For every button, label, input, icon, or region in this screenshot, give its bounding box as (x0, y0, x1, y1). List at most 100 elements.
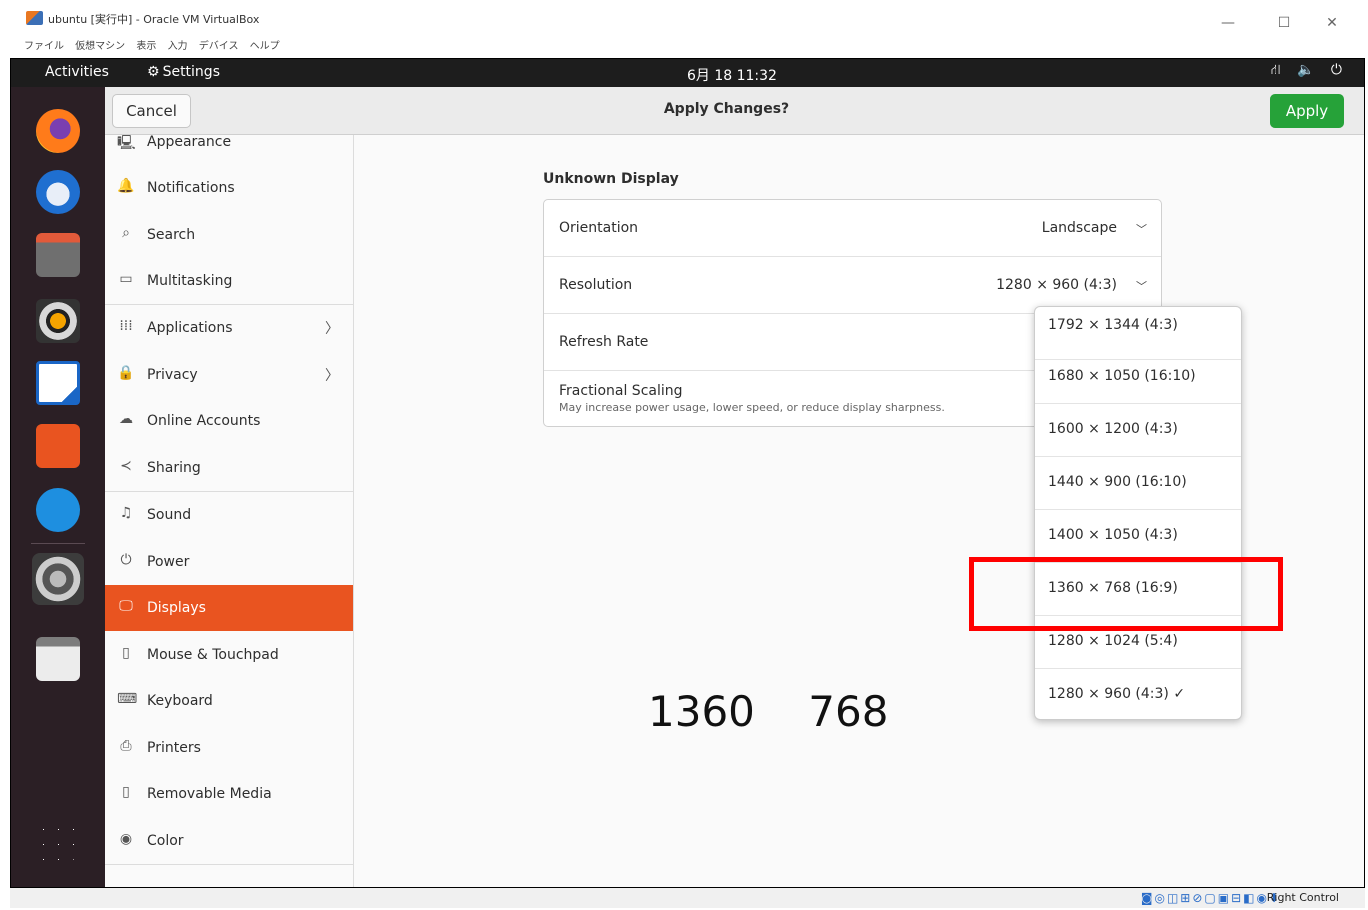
chevron-down-icon: ﹀ (1136, 223, 1147, 236)
clock[interactable]: 6月 18 11:32 (687, 65, 777, 85)
orientation-row[interactable]: Orientation Landscape ﹀ (544, 200, 1161, 257)
color-icon: ◉ (119, 831, 133, 847)
sidebar-item-label: Appearance (147, 134, 232, 150)
multitasking-icon: ▭ (119, 271, 133, 287)
help-icon[interactable] (36, 488, 80, 532)
system-tray[interactable]: ⛙ 🔈 ⏻ (1271, 62, 1348, 80)
trash-icon[interactable] (36, 637, 80, 681)
sidebar-item-label: Removable Media (147, 786, 272, 802)
display-name: Unknown Display (543, 171, 679, 187)
host-key-label: Right Control (1266, 891, 1339, 904)
sidebar-item-removable-media[interactable]: ▯ Removable Media (105, 771, 353, 817)
menu-file[interactable]: ファイル (24, 41, 64, 52)
dialog-title: Apply Changes? (663, 101, 790, 117)
grid-icon: ⁞⁞⁞ (119, 318, 133, 334)
search-icon: ⌕ (122, 225, 130, 241)
resolution-option[interactable]: 1600 × 1200 (4:3) (1035, 404, 1241, 457)
sidebar-item-label: Mouse & Touchpad (147, 647, 279, 663)
red-highlight-box (969, 557, 1283, 631)
sidebar-item-mouse-touchpad[interactable]: ▯ Mouse & Touchpad (105, 632, 353, 678)
resolution-dropdown: 1792 × 1344 (4:3) 1680 × 1050 (16:10) 16… (1034, 306, 1242, 720)
app-center-icon[interactable] (36, 424, 80, 468)
settings-sidebar: 🖳 Appearance 🔔 Notifications ⌕ Search ▭ Mult… (105, 134, 354, 887)
sidebar-item-appearance[interactable]: 🖳 Appearance (105, 119, 353, 165)
keyboard-icon: ⌨ (117, 691, 138, 707)
dock (11, 87, 105, 887)
sidebar-item-label: Privacy (147, 367, 198, 383)
menu-bar: ファイル 仮想マシン 表示 入力 デバイス ヘルプ (24, 37, 288, 52)
mouse-icon: ▯ (122, 645, 130, 661)
resolution-annotation: 1360 768 (648, 687, 889, 736)
menu-help[interactable]: ヘルプ (250, 41, 280, 52)
chevron-right-icon: 〉 (325, 368, 339, 384)
writer-icon[interactable] (36, 361, 80, 405)
sidebar-item-sharing[interactable]: ≺ Sharing (105, 445, 353, 491)
sidebar-item-label: Displays (147, 600, 206, 616)
bell-icon: 🔔 (117, 178, 135, 194)
thunderbird-icon[interactable] (36, 170, 80, 214)
sidebar-item-color[interactable]: ◉ Color (105, 818, 353, 864)
sidebar-item-label: Applications (147, 320, 233, 336)
sidebar-item-label: Power (147, 554, 190, 570)
close-button[interactable]: ✕ (1322, 14, 1342, 32)
resolution-label: Resolution (559, 277, 633, 293)
resolution-option[interactable]: 1680 × 1050 (16:10) (1035, 351, 1241, 404)
maximize-button[interactable]: ☐ (1274, 14, 1294, 32)
app-name: Settings (162, 64, 220, 80)
window-title: ubuntu [実行中] - Oracle VM VirtualBox (48, 13, 260, 26)
dock-separator (31, 543, 85, 544)
firefox-icon[interactable] (36, 109, 80, 153)
gnome-topbar: Activities ⚙ Settings 6月 18 11:32 ⛙ 🔈 ⏻ (11, 59, 1364, 87)
resolution-option-selected[interactable]: 1280 × 960 (4:3) ✓ (1035, 669, 1241, 722)
sidebar-item-displays[interactable]: 🖵 Displays (105, 585, 353, 631)
sidebar-item-notifications[interactable]: 🔔 Notifications (105, 165, 353, 211)
sidebar-item-label: Search (147, 227, 196, 243)
sidebar-separator (105, 864, 353, 865)
sidebar-item-sound[interactable]: ♫ Sound (105, 492, 353, 538)
files-icon[interactable] (36, 233, 80, 277)
orientation-value: Landscape (1041, 220, 1117, 236)
menu-machine[interactable]: 仮想マシン (75, 41, 125, 52)
music-note-icon: ♫ (119, 505, 133, 521)
rhythmbox-icon[interactable] (36, 299, 80, 343)
sidebar-item-keyboard[interactable]: ⌨ Keyboard (105, 678, 353, 724)
sidebar-item-label: Sound (147, 507, 192, 523)
cloud-icon: ☁ (119, 411, 133, 427)
usb-drive-icon: ▯ (122, 784, 130, 800)
power-icon: ⏻ (120, 552, 132, 568)
apply-button[interactable]: Apply (1270, 94, 1344, 128)
virtualbox-window: ubuntu [実行中] - Oracle VM VirtualBox ファイル… (0, 0, 1368, 910)
display-icon: 🖵 (119, 598, 133, 614)
resolution-value: 1280 × 960 (4:3) (996, 277, 1117, 293)
menu-input[interactable]: 入力 (168, 41, 188, 52)
settings-icon[interactable] (32, 553, 84, 605)
virtualbox-statusbar: ◙◎◫⊞⊘▢▣⊟◧◉⬇ Right Control (10, 888, 1365, 908)
menu-devices[interactable]: デバイス (199, 41, 239, 52)
sidebar-item-label: Sharing (147, 460, 201, 476)
sidebar-item-online-accounts[interactable]: ☁ Online Accounts (105, 398, 353, 444)
activities-button[interactable]: Activities (45, 64, 109, 80)
sidebar-item-privacy[interactable]: 🔒 Privacy 〉 (105, 352, 353, 398)
virtualbox-icon (26, 11, 43, 25)
app-menu[interactable]: ⚙ Settings (147, 64, 220, 80)
resolution-option[interactable]: 1440 × 900 (16:10) (1035, 457, 1241, 510)
minimize-button[interactable]: — (1218, 14, 1238, 32)
sidebar-item-label: Keyboard (147, 693, 213, 709)
sidebar-item-multitasking[interactable]: ▭ Multitasking (105, 258, 353, 304)
sidebar-item-applications[interactable]: ⁞⁞⁞ Applications 〉 (105, 305, 353, 351)
gear-icon: ⚙ (147, 64, 160, 80)
show-apps-icon[interactable] (36, 822, 80, 866)
fractional-scaling-description: May increase power usage, lower speed, o… (559, 401, 945, 414)
lock-icon: 🔒 (117, 365, 135, 381)
sidebar-item-label: Online Accounts (147, 413, 261, 429)
printer-icon: ⎙ (120, 738, 132, 754)
sidebar-item-printers[interactable]: ⎙ Printers (105, 725, 353, 771)
share-icon: ≺ (120, 458, 132, 474)
chevron-right-icon: 〉 (325, 321, 339, 337)
sidebar-item-label: Notifications (147, 180, 235, 196)
menu-view[interactable]: 表示 (136, 41, 156, 52)
resolution-option[interactable]: 1400 × 1050 (4:3) (1035, 510, 1241, 563)
sidebar-item-power[interactable]: ⏻ Power (105, 539, 353, 585)
sidebar-item-search[interactable]: ⌕ Search (105, 212, 353, 258)
device-status-icons[interactable]: ◙◎◫⊞⊘▢▣⊟◧◉⬇ (1141, 891, 1281, 905)
